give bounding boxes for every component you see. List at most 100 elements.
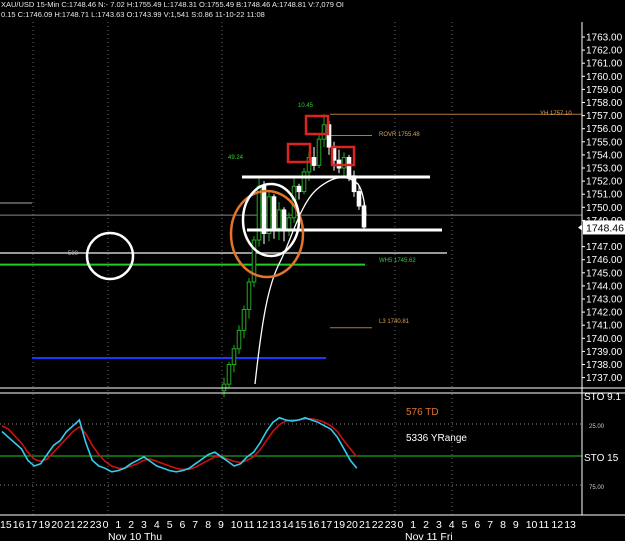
candle-body-20 bbox=[321, 124, 327, 140]
candle-body-19 bbox=[316, 138, 322, 166]
x-tick-label-17: 9 bbox=[218, 519, 224, 531]
x-tick-label-31: 0 bbox=[398, 519, 404, 531]
x-tick-label-19: 11 bbox=[244, 519, 255, 531]
x-tick-label-14: 6 bbox=[180, 519, 186, 531]
stoch-25-label: 25.00 bbox=[589, 424, 605, 430]
x-tick-label-15: 7 bbox=[192, 519, 198, 531]
y-tick-label-2: 1761.00 bbox=[586, 59, 623, 70]
stoch-75-label: 75.00 bbox=[589, 485, 605, 491]
candle-body-5 bbox=[246, 281, 252, 310]
y-tick-label-1: 1762.00 bbox=[586, 46, 623, 57]
x-tick-label-36: 5 bbox=[462, 519, 468, 531]
x-tick-label-29: 22 bbox=[372, 519, 384, 531]
stoch-yrange-label: 5336 YRange bbox=[406, 433, 467, 444]
candle-body-3 bbox=[236, 329, 242, 350]
x-tick-label-28: 21 bbox=[359, 519, 371, 531]
x-tick-label-7: 23 bbox=[90, 519, 102, 531]
y-tick-label-21: 1741.00 bbox=[586, 321, 623, 332]
axes: 1763.00 1762.00 1761.00 1760.00 1759.00 1758.… bbox=[0, 22, 625, 541]
y-tick-label-7: 1756.00 bbox=[586, 124, 623, 135]
x-day-label-1: Nov 10 Thu bbox=[108, 531, 162, 541]
grid-lines bbox=[32, 22, 453, 515]
x-tick-label-0: 15 bbox=[0, 519, 12, 531]
y-tick-label-8: 1755.00 bbox=[586, 137, 623, 148]
x-tick-label-16: 8 bbox=[205, 519, 211, 531]
candle-body-8 bbox=[261, 185, 267, 234]
candle-body-9 bbox=[266, 196, 272, 235]
y-tick-label-18: 1744.00 bbox=[586, 281, 623, 292]
y-tick-label-16: 1746.00 bbox=[586, 255, 623, 266]
y-tick-label-17: 1745.00 bbox=[586, 268, 623, 279]
x-tick-label-8: 0 bbox=[103, 519, 109, 531]
x-tick-label-21: 13 bbox=[269, 519, 281, 531]
x-tick-label-4: 20 bbox=[51, 519, 63, 531]
candle-body-27 bbox=[356, 191, 362, 207]
y-tick-label-11: 1752.00 bbox=[586, 177, 623, 188]
y-tick-label-20: 1742.00 bbox=[586, 308, 623, 319]
y-tick-label-10: 1753.00 bbox=[586, 164, 623, 175]
x-day-label-2: Nov 11 Fri bbox=[405, 531, 453, 541]
candle-body-18 bbox=[311, 157, 317, 166]
price-pointer bbox=[578, 224, 582, 231]
candle-body-12 bbox=[281, 209, 287, 232]
x-tick-label-27: 20 bbox=[346, 519, 358, 531]
x-tick-label-40: 9 bbox=[513, 519, 519, 531]
candle-body-0 bbox=[221, 383, 227, 392]
y-tick-label-4: 1759.00 bbox=[586, 85, 623, 96]
y-tick-label-23: 1739.00 bbox=[586, 347, 623, 358]
y-tick-label-3: 1760.00 bbox=[586, 72, 623, 83]
y-tick-label-22: 1740.00 bbox=[586, 334, 623, 345]
y-tick-label-19: 1743.00 bbox=[586, 295, 623, 306]
x-tick-label-37: 6 bbox=[474, 519, 480, 531]
candle-body-1 bbox=[226, 364, 232, 385]
candle-body-4 bbox=[241, 308, 247, 331]
annotation-wh5: WH5 1745.62 bbox=[379, 258, 416, 264]
annotation-rovr: ROVR 1755.48 bbox=[379, 132, 420, 138]
x-tick-label-23: 15 bbox=[295, 519, 307, 531]
annotation-high-value: 10.45 bbox=[298, 103, 314, 109]
candle-body-2 bbox=[231, 348, 237, 365]
candle-body-10 bbox=[271, 196, 277, 229]
x-tick-label-1: 16 bbox=[13, 519, 25, 531]
x-tick-label-25: 17 bbox=[321, 519, 333, 531]
x-tick-label-26: 19 bbox=[333, 519, 345, 531]
candle-body-15 bbox=[296, 185, 302, 193]
candle-body-24 bbox=[341, 157, 347, 169]
x-tick-label-18: 10 bbox=[231, 519, 243, 531]
white-circle-marker bbox=[85, 231, 135, 281]
current-price-label: 1748.46 bbox=[586, 222, 624, 234]
y-tick-label-12: 1751.00 bbox=[586, 190, 623, 201]
x-tick-label-38: 7 bbox=[487, 519, 493, 531]
y-tick-label-24: 1738.00 bbox=[586, 360, 623, 371]
stoch-fast-line bbox=[1, 416, 358, 473]
x-tick-label-20: 12 bbox=[256, 519, 268, 531]
annotation-round: 500 bbox=[68, 251, 79, 257]
x-tick-label-42: 11 bbox=[539, 519, 550, 531]
x-tick-label-34: 3 bbox=[436, 519, 442, 531]
stoch-top-label: STO 9.1 bbox=[584, 392, 621, 403]
x-tick-label-32: 1 bbox=[410, 519, 416, 531]
x-tick-label-12: 4 bbox=[154, 519, 160, 531]
x-tick-label-41: 10 bbox=[526, 519, 538, 531]
x-tick-label-11: 3 bbox=[141, 519, 147, 531]
candles bbox=[221, 114, 367, 398]
x-tick-label-44: 13 bbox=[564, 519, 576, 531]
stoch-td-label: 576 TD bbox=[406, 407, 439, 418]
annotation-yh: YH 1757.10 bbox=[540, 111, 572, 117]
candle-body-11 bbox=[276, 209, 282, 229]
stoch-mid-label: STO 15 bbox=[584, 453, 619, 464]
x-tick-label-33: 2 bbox=[423, 519, 429, 531]
price-chart[interactable]: 10.45 49.24 YH 1757.10 ROVR 1755.48 WH5 1745… bbox=[0, 0, 625, 541]
stochastic-panel: 576 TD 5336 YRange STO 9.1 25.00 STO 15 75.00 bbox=[0, 392, 621, 491]
candle-body-7 bbox=[256, 185, 262, 241]
x-tick-label-9: 1 bbox=[115, 519, 121, 531]
moving-average-line bbox=[254, 176, 367, 385]
y-tick-label-25: 1737.00 bbox=[586, 373, 623, 384]
y-tick-label-13: 1750.00 bbox=[586, 203, 623, 214]
y-tick-label-5: 1758.00 bbox=[586, 98, 623, 109]
annotation-left-value: 49.24 bbox=[228, 155, 244, 161]
candle-body-16 bbox=[301, 171, 307, 193]
x-tick-label-24: 16 bbox=[308, 519, 320, 531]
x-tick-label-3: 19 bbox=[39, 519, 51, 531]
annotation-l3: L3 1740.81 bbox=[379, 319, 410, 325]
